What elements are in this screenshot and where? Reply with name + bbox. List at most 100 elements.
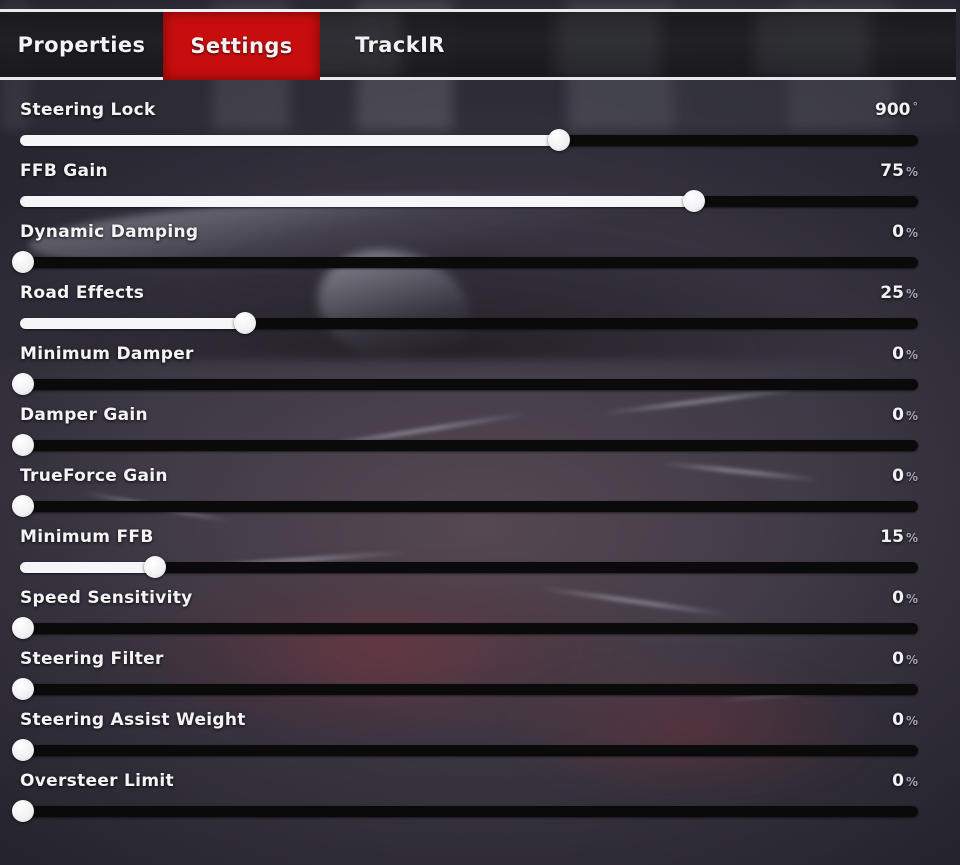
- setting-value-unit: %: [905, 226, 918, 240]
- tab-bar: Properties Settings TrackIR: [0, 9, 956, 80]
- tab-label: Properties: [17, 32, 146, 57]
- setting-value-number: 0: [892, 344, 904, 364]
- setting-header: Dynamic Damping 0%: [20, 217, 918, 247]
- setting-value-number: 0: [892, 405, 904, 425]
- setting-row: Steering Assist Weight 0%: [0, 705, 960, 766]
- setting-slider[interactable]: [12, 678, 926, 700]
- slider-thumb[interactable]: [233, 312, 256, 334]
- setting-value: 75%: [880, 161, 918, 181]
- tab-properties[interactable]: Properties: [0, 9, 163, 80]
- setting-value-number: 15: [880, 527, 904, 547]
- slider-fill: [20, 318, 245, 329]
- setting-value: 0%: [892, 405, 918, 425]
- slider-thumb[interactable]: [12, 739, 34, 761]
- setting-value: 0%: [892, 588, 918, 608]
- setting-slider[interactable]: [12, 251, 926, 273]
- setting-label: TrueForce Gain: [20, 466, 168, 486]
- setting-value-unit: %: [905, 653, 918, 667]
- setting-value-number: 0: [892, 222, 904, 242]
- setting-row: Road Effects 25%: [0, 278, 960, 339]
- setting-value-number: 25: [880, 283, 904, 303]
- setting-value-number: 75: [880, 161, 904, 181]
- setting-label: FFB Gain: [20, 161, 108, 181]
- settings-list: Steering Lock 900 ° FFB Gain 75% Dynamic Damp…: [0, 95, 960, 827]
- setting-row: FFB Gain 75%: [0, 156, 960, 217]
- setting-header: TrueForce Gain 0%: [20, 461, 918, 491]
- tab-trackir[interactable]: TrackIR: [320, 9, 480, 80]
- tab-label: Settings: [190, 34, 293, 58]
- setting-label: Dynamic Damping: [20, 222, 199, 242]
- slider-track[interactable]: [20, 379, 918, 390]
- setting-value-unit: %: [905, 775, 918, 789]
- slider-track[interactable]: [20, 257, 918, 268]
- setting-value: 0%: [892, 344, 918, 364]
- slider-track[interactable]: [20, 684, 918, 695]
- setting-slider[interactable]: [12, 739, 926, 761]
- setting-header: Steering Lock 900 °: [20, 95, 918, 125]
- setting-slider[interactable]: [12, 312, 926, 334]
- setting-value-unit: %: [905, 592, 918, 606]
- setting-header: Steering Filter 0%: [20, 644, 918, 674]
- setting-value-unit: °: [912, 100, 919, 113]
- slider-thumb[interactable]: [12, 495, 34, 517]
- slider-thumb[interactable]: [12, 373, 34, 395]
- slider-track[interactable]: [20, 623, 918, 634]
- setting-value: 0%: [892, 222, 918, 242]
- setting-value-number: 900: [875, 100, 911, 120]
- setting-value: 0%: [892, 710, 918, 730]
- setting-value-unit: %: [905, 470, 918, 484]
- setting-row: Dynamic Damping 0%: [0, 217, 960, 278]
- setting-slider[interactable]: [12, 617, 926, 639]
- setting-header: Oversteer Limit 0%: [20, 766, 918, 796]
- setting-slider[interactable]: [12, 190, 926, 212]
- setting-value-unit: %: [905, 348, 918, 362]
- setting-header: Road Effects 25%: [20, 278, 918, 308]
- setting-value-unit: %: [905, 409, 918, 423]
- slider-thumb[interactable]: [12, 251, 34, 273]
- setting-label: Steering Assist Weight: [20, 710, 246, 730]
- slider-track[interactable]: [20, 806, 918, 817]
- setting-row: Steering Filter 0%: [0, 644, 960, 705]
- setting-row: TrueForce Gain 0%: [0, 461, 960, 522]
- wheel-settings-window: Properties Settings TrackIR Steering Lock 9…: [0, 0, 960, 865]
- setting-slider[interactable]: [12, 556, 926, 578]
- slider-thumb[interactable]: [12, 800, 34, 822]
- setting-value-unit: %: [905, 287, 918, 301]
- slider-track[interactable]: [20, 440, 918, 451]
- setting-label: Oversteer Limit: [20, 771, 174, 791]
- setting-row: Minimum Damper 0%: [0, 339, 960, 400]
- setting-value-number: 0: [892, 710, 904, 730]
- setting-slider[interactable]: [12, 434, 926, 456]
- tab-settings[interactable]: Settings: [163, 9, 320, 80]
- slider-thumb[interactable]: [547, 129, 570, 151]
- slider-fill: [20, 196, 694, 207]
- slider-thumb[interactable]: [12, 617, 34, 639]
- setting-label: Minimum FFB: [20, 527, 154, 547]
- setting-value: 0%: [892, 649, 918, 669]
- setting-slider[interactable]: [12, 129, 926, 151]
- setting-value: 900 °: [875, 100, 918, 120]
- setting-header: Speed Sensitivity 0%: [20, 583, 918, 613]
- setting-row: Damper Gain 0%: [0, 400, 960, 461]
- slider-thumb[interactable]: [12, 434, 34, 456]
- setting-value-unit: %: [905, 165, 918, 179]
- setting-slider[interactable]: [12, 495, 926, 517]
- slider-track[interactable]: [20, 501, 918, 512]
- setting-label: Steering Lock: [20, 100, 156, 120]
- setting-value: 0%: [892, 771, 918, 791]
- setting-header: Steering Assist Weight 0%: [20, 705, 918, 735]
- setting-value: 0%: [892, 466, 918, 486]
- slider-fill: [20, 562, 155, 573]
- setting-value-number: 0: [892, 466, 904, 486]
- slider-thumb[interactable]: [12, 678, 34, 700]
- setting-label: Minimum Damper: [20, 344, 194, 364]
- setting-slider[interactable]: [12, 800, 926, 822]
- setting-label: Road Effects: [20, 283, 145, 303]
- slider-thumb[interactable]: [143, 556, 166, 578]
- slider-track[interactable]: [20, 745, 918, 756]
- slider-thumb[interactable]: [682, 190, 705, 212]
- setting-slider[interactable]: [12, 373, 926, 395]
- setting-label: Speed Sensitivity: [20, 588, 193, 608]
- setting-value-unit: %: [905, 531, 918, 545]
- setting-label: Steering Filter: [20, 649, 164, 669]
